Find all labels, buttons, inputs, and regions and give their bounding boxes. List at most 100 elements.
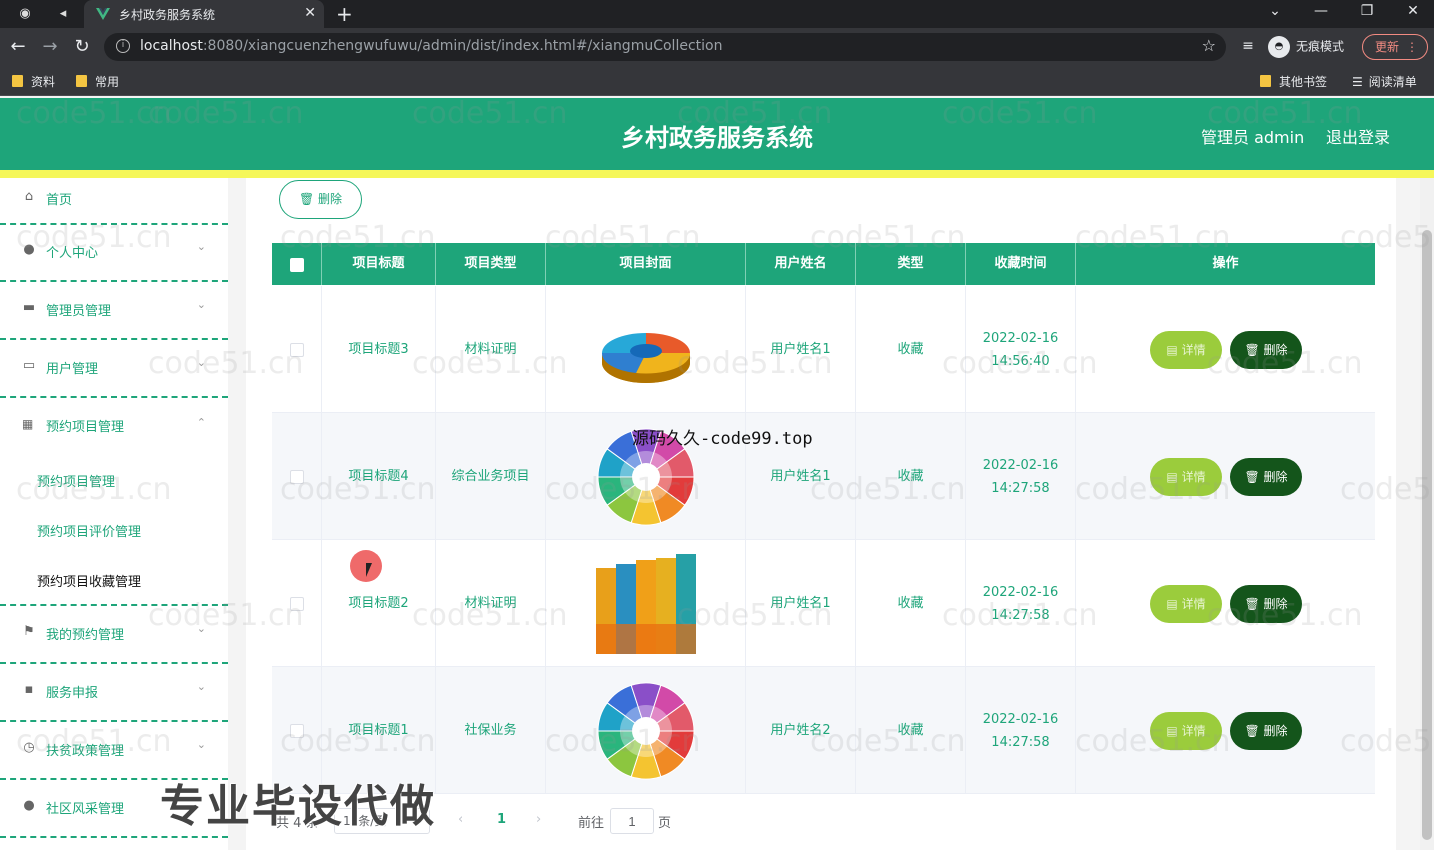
batch-delete-button[interactable]: 🗑 删除 bbox=[279, 180, 362, 219]
next-page-icon[interactable]: › bbox=[536, 812, 541, 827]
row-checkbox[interactable] bbox=[289, 469, 304, 484]
restore-icon[interactable]: ❐ bbox=[1352, 3, 1382, 19]
tab-close-icon[interactable]: ✕ bbox=[304, 5, 316, 21]
current-user: 管理员 admin bbox=[1201, 128, 1305, 147]
logout-link[interactable]: 退出登录 bbox=[1326, 124, 1390, 148]
delete-button[interactable]: 🗑 删除 bbox=[1230, 331, 1302, 369]
back-icon[interactable]: ← bbox=[6, 36, 30, 57]
window-close-icon[interactable]: ✕ bbox=[1398, 3, 1428, 19]
vue-logo-icon bbox=[96, 8, 110, 20]
goto-page-input[interactable] bbox=[610, 808, 654, 834]
pie-cover-icon bbox=[601, 332, 690, 383]
collect-time: 2022-02-16 14:27:58 bbox=[982, 711, 1059, 750]
submenu-item-reviews[interactable]: 预约项目评价管理 bbox=[37, 521, 141, 540]
app-header: 乡村政务服务系统 管理员 admin 退出登录 bbox=[0, 98, 1434, 170]
cell-user: 用户姓名1 bbox=[746, 540, 856, 667]
row-checkbox[interactable] bbox=[289, 342, 304, 357]
browser-menu-icon[interactable]: ◉ bbox=[14, 4, 36, 24]
bookmark-folder[interactable]: 资料 bbox=[12, 73, 55, 90]
sidebar-item-admin[interactable]: ▬ 管理员管理 ⌄ bbox=[0, 283, 228, 340]
other-bookmarks[interactable]: 其他书签 bbox=[1260, 73, 1327, 90]
project-type: 材料证明 bbox=[464, 596, 517, 611]
flag-icon: ⚑ bbox=[23, 624, 35, 639]
sidebar-item-booking-projects[interactable]: ▦ 预约项目管理 ⌃ 预约项目管理 预约项目评价管理 预约项目收藏管理 bbox=[0, 399, 228, 606]
chevron-down-icon: ⌄ bbox=[196, 298, 206, 311]
table-header: 项目标题 项目类型 项目封面 用户姓名 类型 收藏时间 操作 bbox=[272, 243, 1375, 285]
sidebar-item-users[interactable]: ▭ 用户管理 ⌄ bbox=[0, 341, 228, 398]
bookmark-star-icon[interactable]: ☆ bbox=[1202, 36, 1216, 55]
page-number-current[interactable]: 1 bbox=[497, 812, 506, 827]
sidebar-item-service-declare[interactable]: ▪ 服务申报 ⌄ bbox=[0, 665, 228, 722]
reload-icon[interactable]: ↻ bbox=[70, 36, 94, 57]
select-all-checkbox[interactable] bbox=[290, 258, 304, 272]
table-row: 项目标题2 材料证明 用户姓名1 收藏 2022-02-16 14:27:58 ▤ 详情 🗑 … bbox=[272, 540, 1375, 667]
bookmark-folder[interactable]: 常用 bbox=[76, 73, 119, 90]
collect-time: 2022-02-16 14:56:40 bbox=[982, 330, 1059, 369]
project-type: 材料证明 bbox=[464, 342, 517, 357]
detail-button[interactable]: ▤ 详情 bbox=[1150, 712, 1222, 750]
row-select-cell bbox=[272, 540, 322, 667]
cell-type: 材料证明 bbox=[436, 286, 546, 413]
document-icon: ▤ bbox=[1166, 597, 1178, 611]
delete-button[interactable]: 🗑 删除 bbox=[1230, 458, 1302, 496]
forward-icon[interactable]: → bbox=[38, 36, 62, 57]
reading-list[interactable]: ☰ 阅读清单 bbox=[1352, 73, 1417, 90]
cell-time: 2022-02-16 14:27:58 bbox=[966, 413, 1076, 540]
project-title: 项目标题2 bbox=[348, 596, 409, 611]
goto-suffix: 页 bbox=[658, 816, 672, 831]
sidebar-item-personal[interactable]: ● 个人中心 ⌄ bbox=[0, 225, 228, 282]
tab-search-icon[interactable]: ⌄ bbox=[1260, 3, 1290, 19]
folder-icon bbox=[1260, 75, 1271, 87]
incognito-indicator[interactable]: ◓ 无痕模式 bbox=[1268, 36, 1344, 58]
site-info-icon[interactable]: i bbox=[116, 39, 130, 53]
delete-button[interactable]: 🗑 删除 bbox=[1230, 585, 1302, 623]
row-checkbox[interactable] bbox=[289, 596, 304, 611]
prev-page-icon[interactable]: ‹ bbox=[458, 812, 463, 827]
home-icon: ⌂ bbox=[24, 189, 34, 204]
submenu-item-projects[interactable]: 预约项目管理 bbox=[37, 471, 115, 490]
col-header-user: 用户姓名 bbox=[746, 243, 856, 285]
update-button[interactable]: 更新 ⋮ bbox=[1362, 34, 1428, 60]
sidebar-item-home[interactable]: ⌂ 首页 bbox=[0, 178, 228, 225]
cell-type: 社保业务 bbox=[436, 667, 546, 794]
address-bar[interactable]: i localhost:8080/xiangcuenzhengwufuwu/ad… bbox=[104, 33, 1226, 61]
bookmarks-bar: 资料 常用 其他书签 ☰ 阅读清单 bbox=[0, 66, 1434, 96]
browser-tab[interactable]: 乡村政务服务系统 ✕ bbox=[84, 0, 324, 28]
person-icon: ● bbox=[23, 242, 35, 257]
minimize-icon[interactable]: — bbox=[1306, 3, 1336, 19]
collect-kind: 收藏 bbox=[897, 723, 924, 738]
reading-list-icon: ☰ bbox=[1352, 75, 1363, 89]
browser-toolbar: ← → ↻ i localhost:8080/xiangcuenzhengwuf… bbox=[0, 28, 1434, 66]
row-checkbox[interactable] bbox=[289, 723, 304, 738]
delete-button[interactable]: 🗑 删除 bbox=[1230, 712, 1302, 750]
cell-title: 项目标题4 bbox=[322, 413, 436, 540]
cell-cover[interactable] bbox=[546, 286, 746, 413]
briefcase-icon: ▬ bbox=[22, 300, 36, 315]
submenu-item-collections[interactable]: 预约项目收藏管理 bbox=[37, 571, 141, 590]
project-type: 社保业务 bbox=[464, 723, 517, 738]
new-tab-icon[interactable]: + bbox=[336, 2, 353, 26]
sidebar-item-my-bookings[interactable]: ⚑ 我的预约管理 ⌄ bbox=[0, 607, 228, 664]
sidebar: ⌂ 首页 ● 个人中心 ⌄ ▬ 管理员管理 ⌄ ▭ 用户管理 ⌄ ▦ 预约项目管… bbox=[0, 178, 228, 850]
col-header-time: 收藏时间 bbox=[966, 243, 1076, 285]
source-overlay-text: 源码久久-code99.top bbox=[632, 429, 813, 449]
media-icon[interactable]: ≡ bbox=[1236, 38, 1260, 54]
detail-button[interactable]: ▤ 详情 bbox=[1150, 585, 1222, 623]
table-row: 项目标题1 社保业务 用户姓名2 收藏 2022-02-16 14:27:58 ▤ 详情 🗑 … bbox=[272, 667, 1375, 794]
message-icon: ▪ bbox=[24, 682, 34, 697]
user-name: 用户姓名2 bbox=[770, 723, 831, 738]
chevron-down-icon: ⌄ bbox=[196, 622, 206, 635]
cell-cover[interactable] bbox=[546, 667, 746, 794]
detail-button[interactable]: ▤ 详情 bbox=[1150, 331, 1222, 369]
document-icon: ▤ bbox=[1166, 343, 1178, 357]
detail-button[interactable]: ▤ 详情 bbox=[1150, 458, 1222, 496]
cell-cover[interactable] bbox=[546, 540, 746, 667]
mute-icon[interactable]: ◂ bbox=[52, 4, 74, 24]
scrollbar-thumb[interactable] bbox=[1422, 230, 1432, 840]
chevron-down-icon: ⌄ bbox=[196, 240, 206, 253]
trash-icon: 🗑 bbox=[1244, 343, 1260, 357]
col-header-title: 项目标题 bbox=[322, 243, 436, 285]
cell-kind: 收藏 bbox=[856, 413, 966, 540]
wheel-cover-icon bbox=[596, 681, 695, 780]
trash-icon: 🗑 bbox=[1244, 470, 1260, 484]
